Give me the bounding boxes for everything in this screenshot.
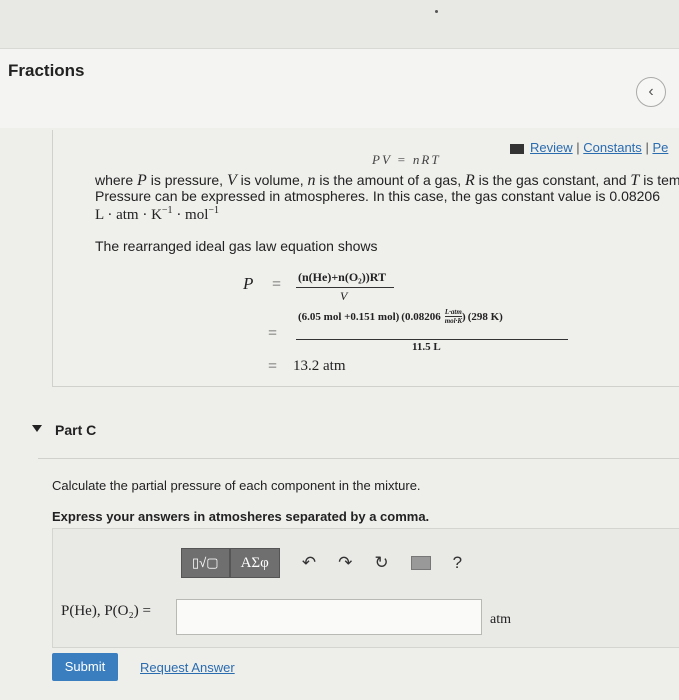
fraction2-denominator: 11.5 L [412, 341, 441, 353]
units: L · atm · K [95, 207, 162, 223]
var-n: n [307, 172, 316, 189]
page-title: Fractions [8, 61, 85, 80]
fraction1-numerator: (n(He)+n(O₂))RT [298, 270, 387, 284]
text: is the gas constant, and [474, 172, 631, 188]
gas-constant-units: L·atm mol·K [444, 308, 463, 325]
divider [38, 458, 679, 459]
var-t: T [630, 172, 640, 189]
equation-lhs: P [243, 274, 254, 293]
top-strip [0, 0, 679, 48]
moles-sum: (6.05 mol +0.151 mol) [298, 310, 400, 323]
unit-den: mol·K [444, 316, 463, 325]
title-bar [0, 48, 679, 129]
equals-sign: = [268, 325, 278, 342]
request-answer-link[interactable]: Request Answer [140, 660, 235, 675]
redo-icon[interactable]: ↷ [338, 553, 352, 573]
math-toolbar: ▯√▢ ΑΣφ ↶ ↷ ↻ ? [181, 548, 462, 578]
var-r: R [464, 172, 475, 189]
resource-links: Review | Constants | Pe [510, 140, 668, 155]
collapse-arrow-icon[interactable] [32, 425, 42, 432]
temperature: (298 K) [467, 310, 503, 323]
exponent: −1 [161, 205, 173, 216]
exponent: −1 [208, 205, 220, 216]
intro-line-4: The rearranged ideal gas law equation sh… [95, 238, 378, 254]
answer-input[interactable] [176, 599, 482, 635]
answer-label: P(He), P(O₂) = [61, 603, 151, 619]
templates-button[interactable]: ▯√▢ [181, 548, 230, 578]
fraction2-numerator: (6.05 mol +0.151 mol) (0.08206 L·atm mol… [298, 308, 503, 325]
ideal-gas-equation-cropped: PV = nRT [372, 152, 441, 167]
equals-sign: = [272, 276, 282, 293]
units: · mol [172, 207, 209, 223]
symbols-button[interactable]: ΑΣφ [229, 548, 280, 578]
text: is tempe [643, 172, 679, 188]
hint-panel [52, 130, 679, 387]
intro-line-2: Pressure can be expressed in atmospheres… [95, 188, 660, 204]
reset-icon[interactable]: ↻ [374, 553, 388, 573]
text: is volume, [236, 172, 308, 188]
constants-link[interactable]: Constants [583, 140, 642, 155]
question-text: Calculate the partial pressure of each c… [52, 478, 421, 493]
chevron-left-icon[interactable]: ‹ [636, 77, 666, 107]
help-icon[interactable]: ? [453, 553, 462, 573]
gas-constant: (0.08206 [401, 310, 441, 323]
fraction1-bar [296, 287, 394, 288]
fraction2-bar [296, 339, 568, 340]
submit-button[interactable]: Submit [52, 653, 118, 681]
book-icon [510, 143, 524, 154]
text: where [95, 172, 138, 188]
link-separator: | [576, 140, 580, 155]
intro-line-3: L · atm · K−1 · mol−1 [95, 205, 219, 224]
unit-num: L·atm [444, 308, 462, 316]
link-separator: | [645, 140, 649, 155]
instruction-text: Express your answers in atmosheres separ… [52, 509, 430, 524]
periodic-table-link[interactable]: Pe [652, 140, 668, 155]
paren: ) [462, 310, 466, 323]
fraction1-denominator: V [340, 289, 348, 303]
review-link[interactable]: Review [530, 140, 573, 155]
keyboard-icon[interactable] [410, 556, 431, 570]
equation-result: 13.2 atm [293, 358, 346, 374]
text: is the amount of a gas, [315, 172, 465, 188]
equals-sign: = [268, 358, 278, 375]
dust-dot [435, 10, 438, 13]
var-v: V [226, 172, 237, 189]
answer-unit: atm [490, 612, 511, 627]
text: is pressure, [146, 172, 227, 188]
undo-icon[interactable]: ↶ [302, 553, 316, 573]
part-c-heading[interactable]: Part C [55, 422, 96, 438]
var-p: P [137, 172, 147, 189]
